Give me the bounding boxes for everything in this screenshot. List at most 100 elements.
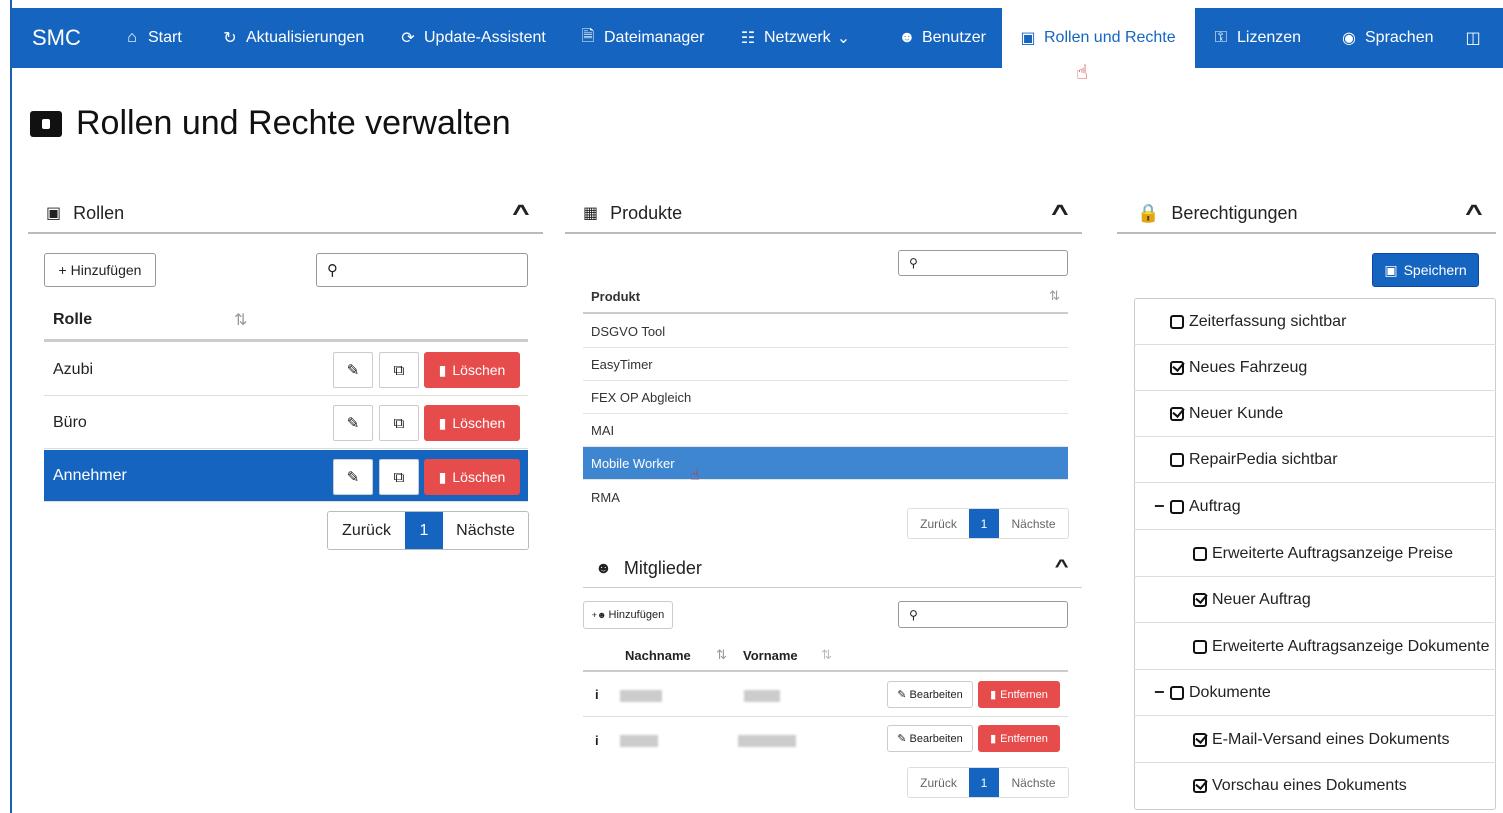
collapse-icon[interactable]: − <box>1154 682 1170 703</box>
checkbox-checked-icon[interactable] <box>1193 732 1207 747</box>
nav-rollen-und-rechte[interactable]: ▣ Rollen und Rechte <box>1002 8 1195 68</box>
copy-button[interactable]: ⧉ <box>379 352 419 388</box>
nav-label: Dateimanager <box>604 29 705 46</box>
roles-icon: ▣ <box>1020 30 1036 47</box>
checkbox-empty-icon[interactable] <box>1170 314 1184 329</box>
nav-start[interactable]: ⌂ Start <box>106 8 204 68</box>
remove-member-button[interactable]: ▮ Entfernen <box>978 681 1060 708</box>
checkbox-empty-icon[interactable] <box>1193 639 1207 654</box>
permission-item[interactable]: Zeiterfassung sichtbar <box>1134 299 1496 345</box>
roles-search-input[interactable]: ⚲ <box>316 253 528 287</box>
chevron-up-icon[interactable]: ˄ <box>1054 556 1068 574</box>
delete-label: Löschen <box>452 362 506 378</box>
permission-item[interactable]: RepairPedia sichtbar <box>1134 437 1496 483</box>
column-header-nachname[interactable]: Nachname <box>625 648 691 663</box>
permission-item[interactable]: Erweiterte Auftragsanzeige Preise <box>1134 531 1496 577</box>
checkbox-empty-icon[interactable] <box>1170 499 1184 514</box>
permission-item[interactable]: Erweiterte Auftragsanzeige Dokumente <box>1134 624 1496 670</box>
lock-icon: 🔒 <box>1137 202 1160 223</box>
collapse-icon[interactable]: − <box>1154 496 1170 517</box>
permission-item[interactable]: Neues Fahrzeug <box>1134 345 1496 391</box>
copy-button[interactable]: ⧉ <box>379 405 419 441</box>
members-pagination: Zurück 1 Nächste <box>907 767 1069 798</box>
nav-benutzer[interactable]: ☻ Benutzer <box>882 8 1002 68</box>
remove-member-button[interactable]: ▮ Entfernen <box>978 725 1060 752</box>
add-user-icon: +☻ <box>591 610 607 620</box>
add-member-button[interactable]: +☻ Hinzufügen <box>583 601 673 629</box>
checkbox-checked-icon[interactable] <box>1193 779 1207 793</box>
products-search-input[interactable]: ⚲ <box>898 250 1068 276</box>
product-row[interactable]: FEX OP Abgleich <box>583 381 1068 414</box>
permission-group[interactable]: − Dokumente <box>1134 670 1496 716</box>
nav-netzwerk[interactable]: ☷ Netzwerk ⌄ <box>722 8 882 68</box>
sort-icon[interactable]: ⇅ <box>1049 288 1060 304</box>
delete-button[interactable]: ▮ Löschen <box>424 405 520 441</box>
prev-page-button[interactable]: Zurück <box>908 768 969 797</box>
nav-sprachen[interactable]: ◉ Sprachen <box>1323 8 1453 68</box>
edit-member-button[interactable]: ✎ Bearbeiten <box>887 681 973 708</box>
edit-label: Bearbeiten <box>909 688 963 701</box>
info-icon[interactable]: i <box>595 733 599 748</box>
delete-label: Löschen <box>452 415 506 431</box>
chevron-up-icon[interactable]: ˄ <box>1465 200 1483 223</box>
product-row[interactable]: EasyTimer <box>583 348 1068 381</box>
checkbox-checked-icon[interactable] <box>1170 360 1184 375</box>
checkbox-empty-icon[interactable] <box>1170 452 1184 467</box>
chevron-up-icon[interactable]: ˄ <box>1051 200 1069 223</box>
nav-database[interactable]: ◫ <box>1453 8 1493 68</box>
checkbox-empty-icon[interactable] <box>1170 685 1184 700</box>
product-row-selected[interactable]: Mobile Worker <box>583 447 1068 480</box>
chevron-down-icon: ⌄ <box>836 30 851 47</box>
delete-button[interactable]: ▮ Löschen <box>424 459 520 495</box>
home-icon: ⌂ <box>127 29 137 46</box>
page-1-button[interactable]: 1 <box>969 509 999 538</box>
add-role-button[interactable]: + Hinzufügen <box>44 253 156 287</box>
edit-button[interactable]: ✎ <box>333 405 373 441</box>
nav-dateimanager[interactable]: 🗎 Dateimanager <box>562 8 722 68</box>
next-page-button[interactable]: Nächste <box>999 509 1068 538</box>
checkbox-empty-icon[interactable] <box>1193 546 1207 561</box>
permission-item[interactable]: E-Mail-Versand eines Dokuments <box>1134 717 1496 763</box>
sort-icon[interactable]: ⇅ <box>716 647 727 663</box>
prev-page-button[interactable]: Zurück <box>908 509 969 538</box>
column-header-produkt[interactable]: Produkt <box>591 289 640 304</box>
product-row[interactable]: DSGVO Tool <box>583 315 1068 348</box>
permission-group[interactable]: − Auftrag <box>1134 484 1496 530</box>
save-button[interactable]: ▣ Speichern <box>1372 253 1479 287</box>
product-row[interactable]: MAI <box>583 414 1068 447</box>
sort-icon[interactable]: ⇅ <box>234 310 247 330</box>
trash-icon: ▮ <box>438 361 447 378</box>
brand-logo[interactable]: SMC <box>12 25 106 51</box>
checkbox-checked-icon[interactable] <box>1193 592 1207 607</box>
delete-button[interactable]: ▮ Löschen <box>424 352 520 388</box>
members-search-input[interactable]: ⚲ <box>898 601 1068 628</box>
permission-item[interactable]: Neuer Auftrag <box>1134 577 1496 623</box>
edit-button[interactable]: ✎ <box>333 352 373 388</box>
page-1-button[interactable]: 1 <box>969 768 999 797</box>
permission-item[interactable]: Vorschau eines Dokuments <box>1134 763 1496 809</box>
sort-icon[interactable]: ⇅ <box>821 647 832 663</box>
edit-member-button[interactable]: ✎ Bearbeiten <box>887 725 973 752</box>
column-header-vorname[interactable]: Vorname <box>743 648 798 663</box>
next-page-button[interactable]: Nächste <box>443 512 528 549</box>
search-icon: ⚲ <box>909 607 918 622</box>
permission-item[interactable]: Neuer Kunde <box>1134 391 1496 437</box>
prev-page-button[interactable]: Zurück <box>328 512 405 549</box>
nav-update-assistent[interactable]: ⟳ Update-Assistent <box>382 8 562 68</box>
copy-button[interactable]: ⧉ <box>379 459 419 495</box>
nav-aktualisierungen[interactable]: ↻ Aktualisierungen <box>204 8 382 68</box>
pencil-icon: ✎ <box>346 469 360 486</box>
nav-lizenzen[interactable]: ⚿ Lizenzen <box>1195 8 1323 68</box>
permission-label: Neues Fahrzeug <box>1189 358 1308 376</box>
column-header-rolle[interactable]: Rolle <box>53 311 92 329</box>
refresh-icon: ↻ <box>223 30 237 47</box>
info-icon[interactable]: i <box>595 687 599 702</box>
chevron-up-icon[interactable]: ˄ <box>512 200 530 223</box>
edit-button[interactable]: ✎ <box>333 459 373 495</box>
search-icon: ⚲ <box>909 256 918 270</box>
next-page-button[interactable]: Nächste <box>999 768 1068 797</box>
checkbox-checked-icon[interactable] <box>1170 406 1184 421</box>
delete-label: Löschen <box>452 469 506 485</box>
users-icon: ☻ <box>898 29 916 46</box>
page-1-button[interactable]: 1 <box>405 512 443 549</box>
